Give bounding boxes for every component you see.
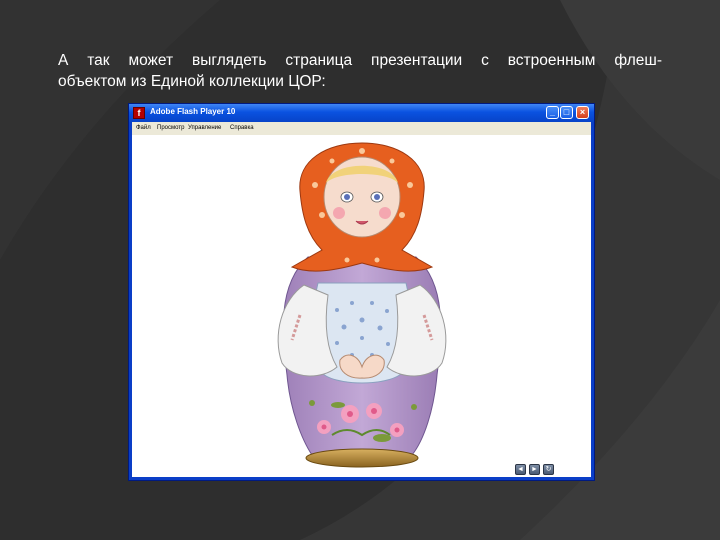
- menu-view[interactable]: Просмотр: [157, 125, 184, 131]
- next-button[interactable]: ►: [529, 464, 540, 475]
- menu-file[interactable]: Файл: [136, 125, 151, 131]
- slide-text-line-1: А так может выглядеть страница презентац…: [58, 52, 662, 69]
- reload-button[interactable]: ↻: [543, 464, 554, 475]
- window-title: Adobe Flash Player 10: [150, 107, 236, 116]
- window-titlebar[interactable]: f Adobe Flash Player 10 _ □ ×: [129, 104, 594, 122]
- flash-content-area[interactable]: ◄ ► ↻: [132, 135, 591, 477]
- menu-help[interactable]: Справка: [230, 125, 254, 131]
- menu-control[interactable]: Управление: [188, 125, 221, 131]
- flash-player-icon: f: [133, 107, 145, 119]
- menu-bar: Файл Просмотр Управление Справка: [132, 122, 591, 135]
- maximize-button[interactable]: □: [560, 106, 573, 119]
- prev-button[interactable]: ◄: [515, 464, 526, 475]
- minimize-button[interactable]: _: [546, 106, 559, 119]
- slide-description: А так может выглядеть страница презентац…: [58, 50, 662, 92]
- close-button[interactable]: ×: [576, 106, 589, 119]
- matryoshka-doll-image: [277, 142, 447, 468]
- slide-text-line-2: объектом из Единой коллекции ЦОР:: [58, 73, 326, 90]
- flash-player-window: f Adobe Flash Player 10 _ □ × Файл Просм…: [128, 103, 595, 481]
